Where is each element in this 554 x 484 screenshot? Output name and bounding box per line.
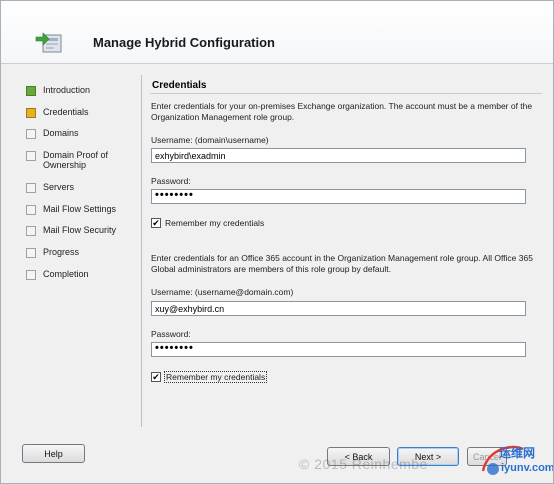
office365-description: Enter credentials for an Office 365 acco… [151, 253, 533, 274]
step-pending-icon [26, 129, 36, 139]
step-domains: Domains [26, 128, 79, 139]
step-pending-icon [26, 226, 36, 236]
step-servers: Servers [26, 182, 74, 193]
checkmark-icon[interactable]: ✔ [151, 218, 161, 228]
help-button[interactable]: Help [22, 444, 85, 463]
step-label: Mail Flow Settings [43, 204, 117, 214]
office365-username-input[interactable] [151, 301, 526, 316]
onprem-description: Enter credentials for your on-premises E… [151, 101, 533, 122]
checkmark-icon[interactable]: ✔ [151, 372, 161, 382]
step-introduction: Introduction [26, 85, 90, 96]
step-label: Completion [43, 269, 89, 279]
step-complete-icon [26, 86, 36, 96]
logo-subtext: iyunv.com [501, 462, 554, 474]
step-completion: Completion [26, 269, 89, 280]
hybrid-config-icon [35, 32, 62, 53]
step-mail-flow-settings: Mail Flow Settings [26, 204, 116, 215]
office365-password-label: Password: [151, 329, 191, 339]
copyright-watermark: © 2015 Reinhembe [299, 456, 428, 472]
step-current-icon [26, 108, 36, 118]
step-label: Servers [43, 182, 75, 192]
onprem-password-input[interactable]: •••••••• [151, 189, 526, 204]
section-title: Credentials [152, 80, 207, 91]
step-domain-proof-of-ownership: Domain Proof of Ownership [26, 150, 118, 170]
step-label: Domain Proof of Ownership [43, 150, 109, 170]
step-label: Domains [43, 128, 79, 138]
onprem-password-label: Password: [151, 176, 191, 186]
logo-text: 运维网 [499, 446, 536, 460]
step-label: Introduction [43, 85, 91, 95]
hybrid-config-wizard: Manage Hybrid Configuration Introduction… [0, 0, 554, 484]
office365-password-input[interactable]: •••••••• [151, 342, 526, 357]
onprem-remember-checkbox[interactable]: ✔ Remember my credentials [151, 218, 264, 228]
wizard-header: Manage Hybrid Configuration [1, 1, 553, 64]
office365-remember-checkbox[interactable]: ✔ Remember my credentials [151, 371, 268, 383]
office365-username-label: Username: (username@domain.com) [151, 287, 294, 297]
section-divider [150, 93, 542, 94]
step-pending-icon [26, 183, 36, 193]
page-title: Manage Hybrid Configuration [93, 35, 275, 50]
step-progress: Progress [26, 247, 79, 258]
step-label: Progress [43, 247, 80, 257]
onprem-username-input[interactable] [151, 148, 526, 163]
step-pending-icon [26, 248, 36, 258]
wizard-step-list: Introduction Credentials Domains Domain … [1, 64, 135, 424]
onprem-remember-label: Remember my credentials [165, 218, 265, 228]
office365-remember-label: Remember my credentials [163, 371, 268, 383]
credentials-panel: Credentials Enter credentials for your o… [142, 64, 553, 436]
step-label: Credentials [43, 107, 89, 117]
step-pending-icon [26, 205, 36, 215]
step-pending-icon [26, 270, 36, 280]
step-pending-icon [26, 151, 36, 161]
step-mail-flow-security: Mail Flow Security [26, 225, 116, 236]
onprem-username-label: Username: (domain\username) [151, 135, 269, 145]
step-credentials: Credentials [26, 107, 89, 118]
step-label: Mail Flow Security [43, 225, 117, 235]
